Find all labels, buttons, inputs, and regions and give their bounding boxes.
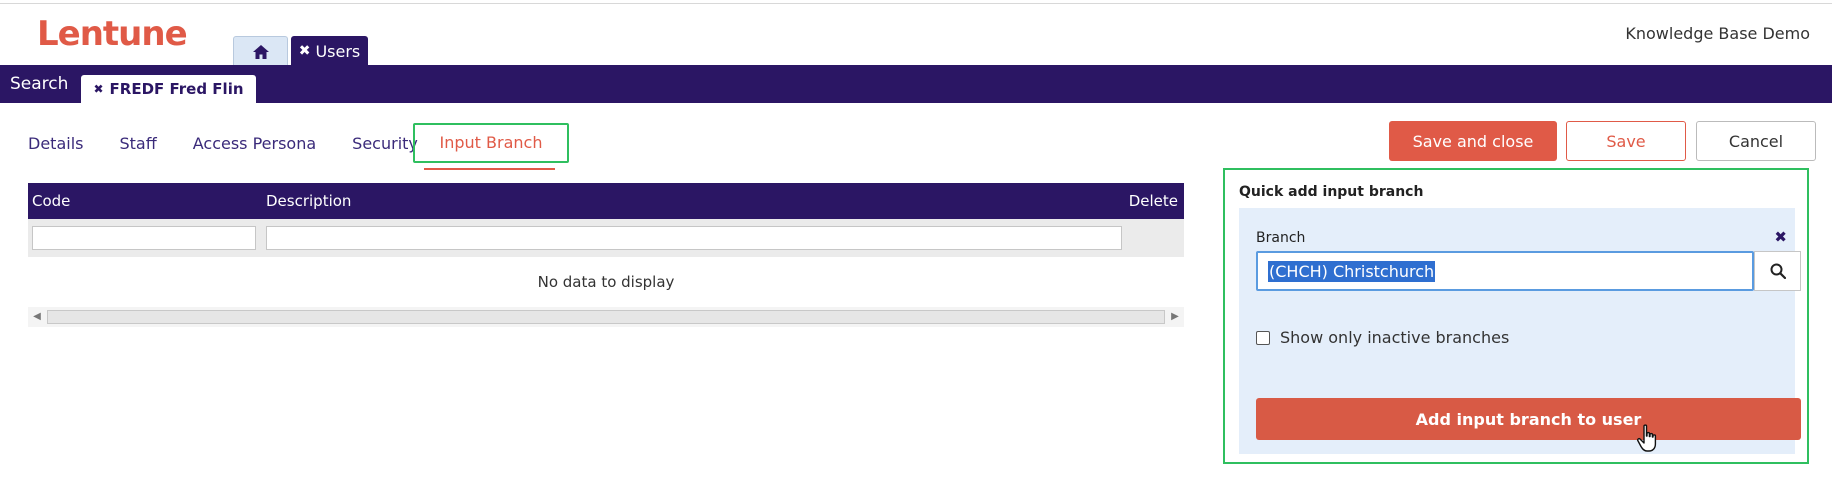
home-tab[interactable] [233,36,288,66]
nav-bar: Search ✖ FREDF Fred Flin [0,65,1832,103]
grid-filter-row [28,219,1184,257]
tab-staff[interactable]: Staff [119,124,156,164]
quick-add-title: Quick add input branch [1239,184,1424,200]
app-title: Knowledge Base Demo [1625,24,1810,43]
column-header-delete[interactable]: Delete [1129,183,1178,219]
nav-search-link[interactable]: Search [10,65,68,103]
add-input-branch-button[interactable]: Add input branch to user [1256,398,1801,440]
save-and-close-button[interactable]: Save and close [1389,121,1557,161]
subtab-bar: Details Staff Access Persona Security In… [28,123,569,164]
home-icon [252,44,269,59]
scroll-left-icon[interactable]: ◀ [28,307,46,327]
branch-input[interactable]: (CHCH) Christchurch [1256,251,1754,291]
save-button[interactable]: Save [1566,121,1686,161]
column-header-code[interactable]: Code [32,183,70,219]
column-header-description[interactable]: Description [266,183,351,219]
lentune-logo: Lentune [37,14,188,54]
close-icon[interactable]: ✖ [93,82,103,96]
users-tab-label: Users [315,41,361,61]
input-branch-grid: Code Description Delete No data to displ… [28,183,1184,327]
branch-label: Branch [1256,230,1306,246]
tab-security[interactable]: Security [352,124,418,164]
horizontal-scrollbar[interactable]: ◀ ▶ [28,307,1184,327]
inactive-branches-label: Show only inactive branches [1280,328,1510,347]
tab-input-branch[interactable]: Input Branch [413,123,569,163]
scroll-right-icon[interactable]: ▶ [1166,307,1184,327]
grid-header: Code Description Delete [28,183,1184,219]
inactive-branches-checkbox[interactable] [1256,330,1270,345]
clear-icon[interactable]: ✖ [1774,228,1787,246]
quick-add-panel: Quick add input branch Branch ✖ (CHCH) C… [1223,168,1809,464]
branch-input-value: (CHCH) Christchurch [1268,260,1436,282]
inactive-branches-option[interactable]: Show only inactive branches [1256,328,1509,347]
search-icon [1770,263,1786,279]
grid-empty-message: No data to display [537,273,675,291]
code-filter-input[interactable] [32,226,256,250]
record-tab[interactable]: ✖ FREDF Fred Flin [81,75,256,103]
tab-access-persona[interactable]: Access Persona [193,124,316,164]
hand-cursor-icon [1636,424,1657,452]
top-divider [0,3,1832,4]
scrollbar-track[interactable] [47,310,1165,324]
tab-details[interactable]: Details [28,124,83,164]
record-tab-label: FREDF Fred Flin [109,80,244,98]
active-tab-underline [424,168,555,170]
cancel-button[interactable]: Cancel [1696,121,1816,161]
close-icon[interactable]: ✖ [299,43,311,59]
quick-add-form: Branch ✖ (CHCH) Christchurch Show only i… [1239,208,1801,454]
description-filter-input[interactable] [266,226,1122,250]
branch-search-button[interactable] [1754,251,1801,291]
users-tab[interactable]: ✖ Users [291,36,368,66]
